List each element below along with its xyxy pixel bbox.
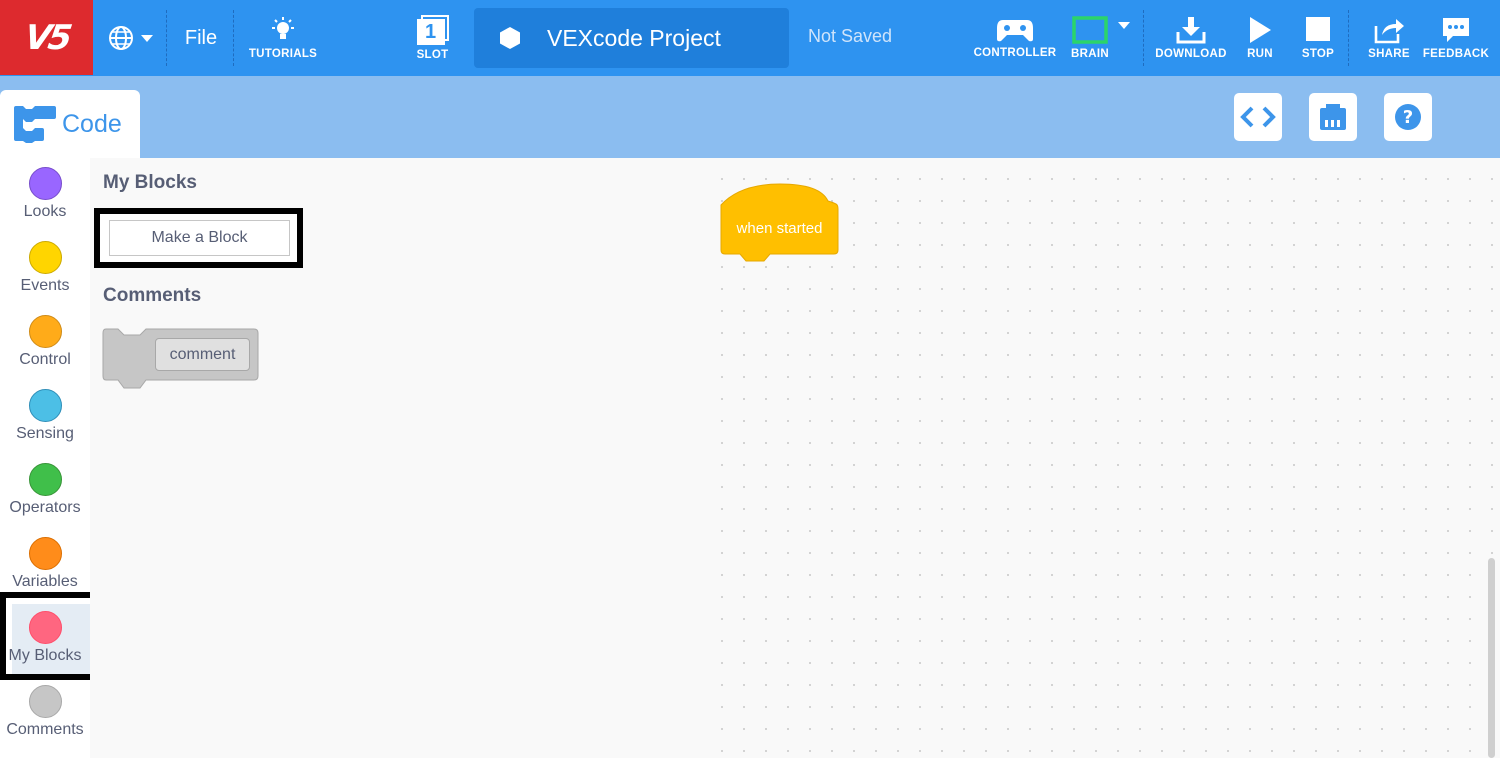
- category-variables[interactable]: Variables: [0, 529, 90, 603]
- chat-bubble-icon: [1443, 18, 1469, 42]
- category-my-blocks[interactable]: My Blocks: [0, 603, 90, 677]
- comment-block[interactable]: comment: [102, 328, 260, 397]
- file-menu-button[interactable]: File: [176, 0, 226, 76]
- category-events[interactable]: Events: [0, 233, 90, 307]
- code-workspace[interactable]: when started: [705, 158, 1500, 758]
- save-status-text: Not Saved: [808, 26, 893, 46]
- editor-tab-bar: Code ?: [0, 76, 1500, 158]
- project-name-field[interactable]: VEXcode Project: [474, 8, 789, 68]
- make-block-highlight: Make a Block: [94, 208, 303, 268]
- hexagon-icon: [500, 27, 520, 49]
- code-brackets-icon: [1240, 106, 1276, 128]
- tab-code[interactable]: Code: [0, 90, 140, 158]
- lightbulb-icon: [272, 17, 294, 39]
- run-button[interactable]: RUN: [1238, 0, 1282, 76]
- category-dot: [28, 167, 62, 200]
- category-dot: [28, 389, 62, 422]
- devices-button[interactable]: [1309, 93, 1357, 141]
- category-menu: Looks Events Control Sensing Operators V…: [0, 158, 97, 758]
- category-sensing[interactable]: Sensing: [0, 381, 90, 455]
- share-button[interactable]: SHARE: [1364, 0, 1414, 76]
- category-dot: [28, 463, 62, 496]
- controller-button[interactable]: CONTROLLER: [972, 0, 1058, 76]
- category-dot: [28, 315, 62, 348]
- comment-text-field[interactable]: comment: [155, 338, 250, 371]
- make-a-block-button[interactable]: Make a Block: [109, 220, 290, 256]
- help-button[interactable]: ?: [1384, 93, 1432, 141]
- globe-icon: [109, 26, 133, 50]
- slot-number-icon: 1: [416, 15, 449, 45]
- category-looks[interactable]: Looks: [0, 159, 90, 233]
- share-icon: [1374, 19, 1404, 44]
- workspace-scrollbar[interactable]: [1488, 558, 1495, 758]
- code-viewer-button[interactable]: [1234, 93, 1282, 141]
- feedback-button[interactable]: FEEDBACK: [1420, 0, 1492, 76]
- chevron-down-icon: [141, 35, 153, 42]
- slot-selector-button[interactable]: 1 SLOT: [405, 0, 460, 76]
- help-icon: ?: [1395, 104, 1421, 130]
- download-button[interactable]: DOWNLOAD: [1150, 0, 1232, 76]
- gamepad-icon: [997, 20, 1033, 42]
- devices-icon: [1320, 104, 1346, 130]
- toolbar-divider: [233, 10, 234, 66]
- category-operators[interactable]: Operators: [0, 455, 90, 529]
- my-blocks-heading: My Blocks: [103, 172, 197, 193]
- category-dot: [28, 685, 62, 718]
- download-icon: [1176, 17, 1206, 44]
- category-dot: [28, 241, 62, 274]
- category-comments[interactable]: Comments: [0, 677, 90, 751]
- vex-v5-logo: V5: [0, 0, 93, 75]
- category-dot: [28, 537, 62, 570]
- when-started-block[interactable]: when started: [720, 183, 840, 272]
- toolbar-divider: [1348, 10, 1349, 66]
- svg-text:?: ?: [1403, 107, 1413, 128]
- block-palette-flyout: My Blocks Make a Block Comments comment: [90, 158, 705, 758]
- toolbar-divider: [166, 10, 167, 66]
- toolbar-divider: [1143, 10, 1144, 66]
- category-dot: [28, 611, 62, 644]
- category-control[interactable]: Control: [0, 307, 90, 381]
- language-menu-button[interactable]: [102, 0, 160, 76]
- chevron-down-icon[interactable]: [1117, 20, 1131, 30]
- stop-icon: [1306, 17, 1330, 41]
- brain-button[interactable]: BRAIN: [1062, 0, 1118, 76]
- play-icon: [1250, 17, 1271, 43]
- comments-heading: Comments: [103, 285, 202, 306]
- brain-screen-icon: [1072, 16, 1108, 44]
- tutorials-button[interactable]: TUTORIALS: [240, 0, 326, 76]
- top-toolbar: V5 File TUTORIALS 1 SLOT VEXcode Project…: [0, 0, 1500, 76]
- stop-button[interactable]: STOP: [1296, 0, 1340, 76]
- code-blocks-icon: [14, 106, 56, 143]
